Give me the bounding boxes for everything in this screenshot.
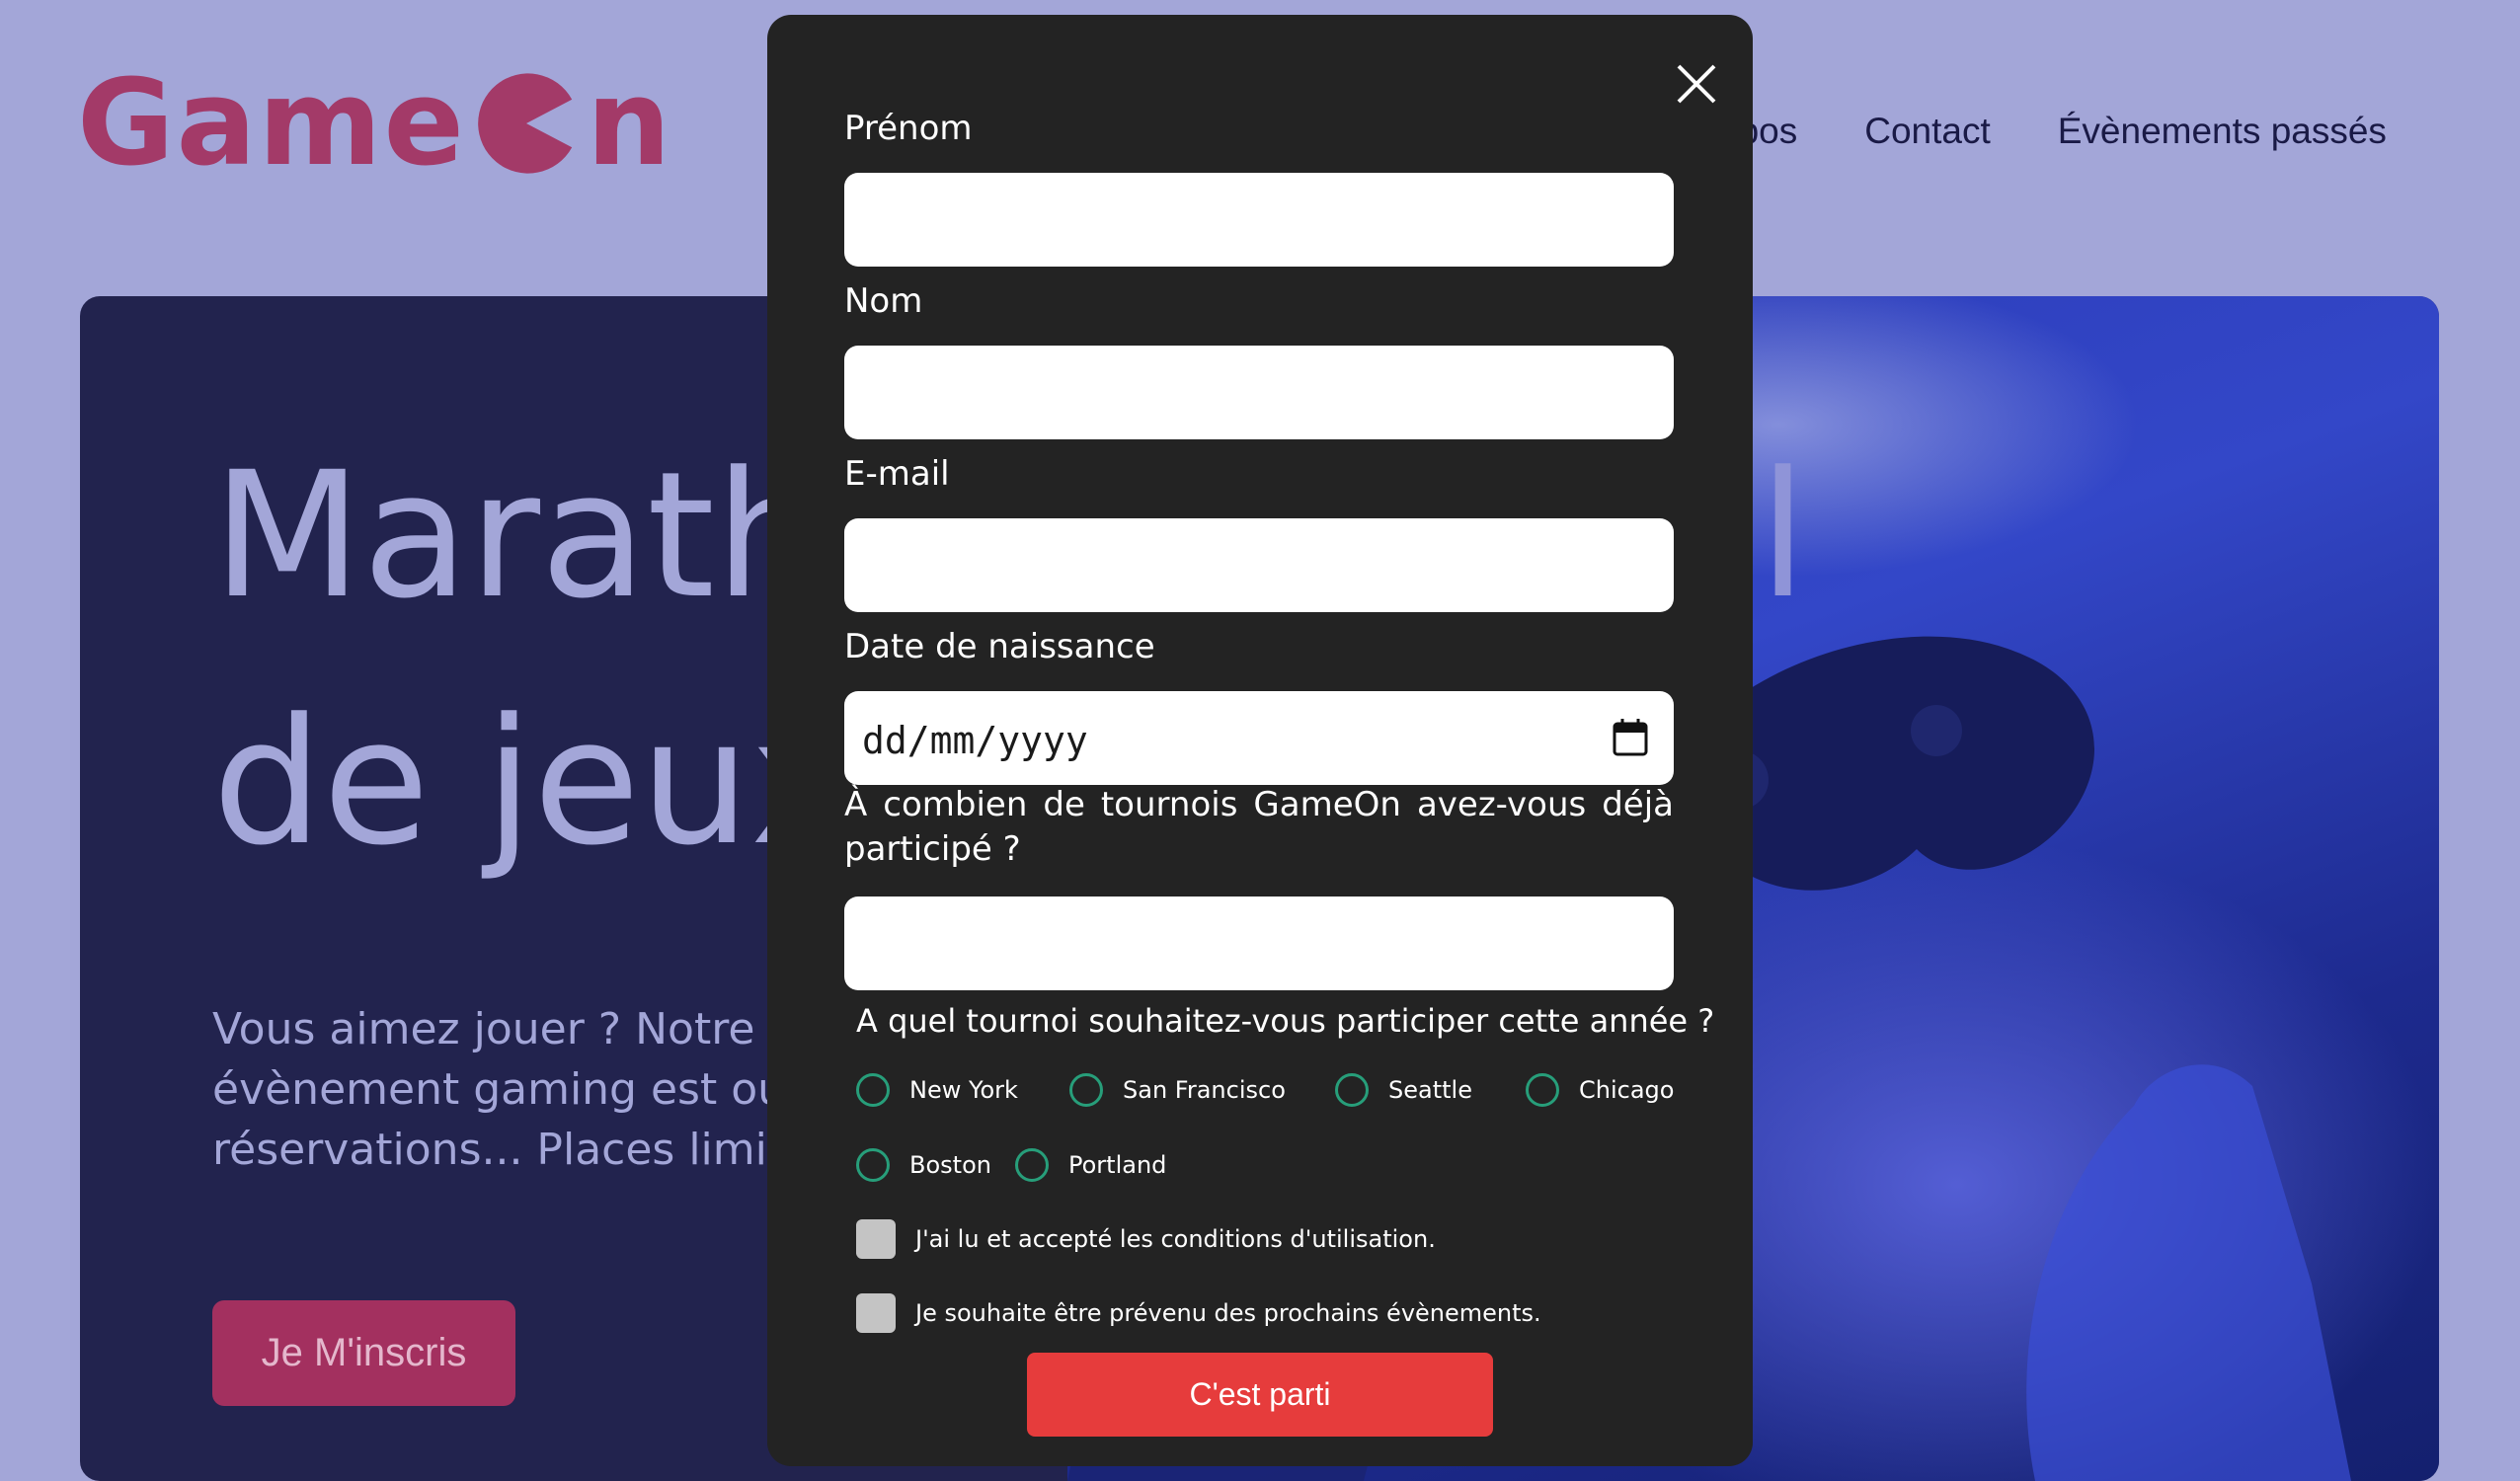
terms-checkbox[interactable]: J'ai lu et accepté les conditions d'util… xyxy=(856,1219,1436,1259)
main-nav: opos Contact Évènements passés xyxy=(1718,111,2387,152)
gameon-logo[interactable]: Game n xyxy=(77,55,672,193)
checkbox-box[interactable] xyxy=(856,1219,896,1259)
first-name-field[interactable] xyxy=(844,173,1674,267)
radio-circle[interactable] xyxy=(856,1073,890,1107)
last-name-label: Nom xyxy=(844,281,923,321)
radio-circle[interactable] xyxy=(856,1148,890,1182)
last-name-field[interactable] xyxy=(844,346,1674,439)
nav-link-contact[interactable]: Contact xyxy=(1864,111,1991,152)
terms-label: J'ai lu et accepté les conditions d'util… xyxy=(915,1225,1436,1253)
hero-title-line1: Marath xyxy=(212,434,826,637)
logo-text-suffix: n xyxy=(586,54,673,193)
location-label: New York xyxy=(909,1076,1018,1104)
location-radio-chicago[interactable]: Chicago xyxy=(1526,1073,1674,1107)
checkbox-box[interactable] xyxy=(856,1293,896,1333)
location-label: Seattle xyxy=(1388,1076,1472,1104)
tournaments-label: À combien de tournois GameOn avez-vous d… xyxy=(844,785,1674,869)
email-label: E-mail xyxy=(844,454,950,494)
location-radio-new-york[interactable]: New York xyxy=(856,1073,1018,1107)
newsletter-label: Je souhaite être prévenu des prochains é… xyxy=(915,1299,1541,1327)
location-radio-san-francisco[interactable]: San Francisco xyxy=(1069,1073,1286,1107)
location-radio-seattle[interactable]: Seattle xyxy=(1335,1073,1472,1107)
birthdate-label: Date de naissance xyxy=(844,627,1155,666)
hero-title-line2: de jeux xyxy=(212,681,853,884)
close-icon[interactable] xyxy=(1674,61,1719,107)
location-question: A quel tournoi souhaitez-vous participer… xyxy=(856,1002,1715,1040)
location-radio-boston[interactable]: Boston xyxy=(856,1148,991,1182)
first-name-label: Prénom xyxy=(844,109,973,148)
location-radio-portland[interactable]: Portland xyxy=(1015,1148,1166,1182)
tournaments-field[interactable] xyxy=(844,896,1674,990)
pacman-logo-icon xyxy=(478,73,573,174)
calendar-icon[interactable] xyxy=(1613,719,1648,756)
birthdate-field[interactable]: dd/mm/yyyy xyxy=(844,691,1674,785)
radio-circle[interactable] xyxy=(1335,1073,1369,1107)
location-label: Chicago xyxy=(1579,1076,1675,1104)
logo-text-prefix: Game xyxy=(77,54,466,193)
location-label: Boston xyxy=(909,1151,991,1179)
email-field[interactable] xyxy=(844,518,1674,612)
hero-title-fragment: l xyxy=(1759,434,1807,637)
birthdate-placeholder: dd/mm/yyyy xyxy=(862,719,1088,762)
nav-link-past-events[interactable]: Évènements passés xyxy=(2058,111,2387,152)
hero-title: Marath de jeux xyxy=(212,413,853,906)
location-label: Portland xyxy=(1068,1151,1167,1179)
radio-circle[interactable] xyxy=(1069,1073,1103,1107)
radio-circle[interactable] xyxy=(1015,1148,1049,1182)
location-label: San Francisco xyxy=(1123,1076,1286,1104)
submit-button[interactable]: C'est parti xyxy=(1027,1353,1493,1437)
newsletter-checkbox[interactable]: Je souhaite être prévenu des prochains é… xyxy=(856,1293,1541,1333)
signup-button[interactable]: Je M'inscris xyxy=(212,1300,515,1406)
radio-circle[interactable] xyxy=(1526,1073,1559,1107)
signup-modal: Prénom Nom E-mail Date de naissance dd/m… xyxy=(767,15,1753,1466)
